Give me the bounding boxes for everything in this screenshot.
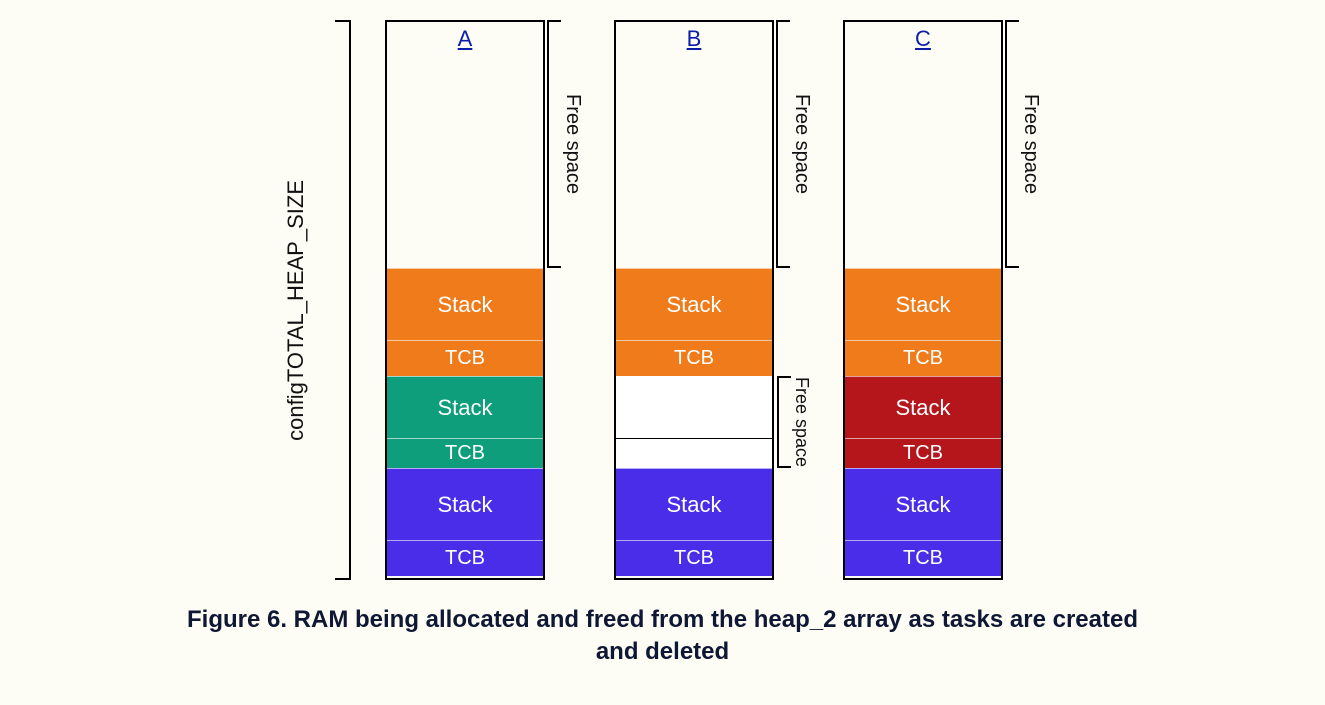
stack-block: Stack [616, 468, 772, 540]
column-title-b: B [616, 22, 772, 52]
figure-caption: Figure 6. RAM being allocated and freed … [23, 604, 1303, 669]
tcb-block: TCB [616, 340, 772, 376]
tcb-block: TCB [845, 540, 1001, 576]
bracket-icon [547, 20, 561, 268]
panels-row: configTOTAL_HEAP_SIZE A Stack TCB Stack … [23, 20, 1303, 580]
heap-box-a: A Stack TCB Stack TCB Stack TCB [385, 20, 545, 580]
column-b: B Stack TCB Stack TCB Free space Free sp… [614, 20, 813, 580]
side-labels-c: Free space [1005, 20, 1042, 268]
heap-box-c: C Stack TCB Stack TCB Stack TCB [843, 20, 1003, 580]
bracket-icon [1005, 20, 1019, 268]
column-title-a-text: A [458, 26, 473, 51]
free-space-label: Free space [561, 94, 584, 194]
free-space-label: Free space [791, 377, 812, 467]
free-space-label: Free space [1019, 94, 1042, 194]
caption-line1: Figure 6. RAM being allocated and freed … [187, 606, 1138, 633]
column-title-a: A [387, 22, 543, 52]
tcb-block: TCB [387, 540, 543, 576]
heap-box-b: B Stack TCB Stack TCB [614, 20, 774, 580]
stack-block: Stack [845, 268, 1001, 340]
column-title-c: C [845, 22, 1001, 52]
bracket-icon [777, 376, 791, 468]
y-axis-label: configTOTAL_HEAP_SIZE [283, 180, 309, 441]
free-region-b-mid [616, 376, 772, 438]
column-title-b-text: B [687, 26, 702, 51]
stack-block: Stack [387, 468, 543, 540]
free-space-label: Free space [790, 94, 813, 194]
stack-block: Stack [387, 268, 543, 340]
tcb-block: TCB [845, 340, 1001, 376]
stack-block: Stack [845, 376, 1001, 438]
column-title-c-text: C [915, 26, 931, 51]
tcb-block: TCB [845, 438, 1001, 468]
stack-block: Stack [845, 468, 1001, 540]
free-region-c-top [845, 52, 1001, 268]
tcb-block: TCB [387, 438, 543, 468]
free-region-b-mid2 [616, 438, 772, 468]
side-labels-a: Free space [547, 20, 584, 268]
side-labels-b: Free space Free space [776, 20, 813, 468]
bracket-icon [776, 20, 790, 268]
free-region-b-top [616, 52, 772, 268]
column-a: A Stack TCB Stack TCB Stack TCB Free spa… [385, 20, 584, 580]
column-c: C Stack TCB Stack TCB Stack TCB Free spa… [843, 20, 1042, 580]
caption-line2: and deleted [596, 638, 729, 665]
free-region-a-top [387, 52, 543, 268]
stack-block: Stack [387, 376, 543, 438]
stack-block: Stack [616, 268, 772, 340]
left-bracket [333, 20, 351, 580]
tcb-block: TCB [387, 340, 543, 376]
tcb-block: TCB [616, 540, 772, 576]
figure: configTOTAL_HEAP_SIZE A Stack TCB Stack … [23, 20, 1303, 669]
